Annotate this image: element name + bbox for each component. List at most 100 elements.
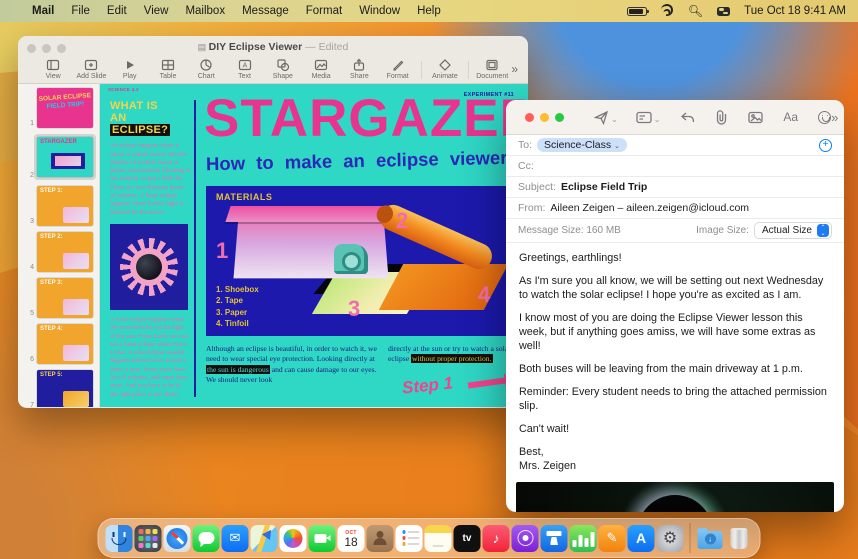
body-paragraph: I know most of you are doing the Eclipse…	[519, 312, 816, 353]
slide-thumbnail-2-selected[interactable]: 2 STARGAZER	[24, 134, 99, 180]
dock-tv-icon[interactable]: tv	[453, 524, 481, 552]
format-aa-icon[interactable]: Aa	[783, 106, 798, 128]
toolbar-view-button[interactable]: View	[34, 58, 72, 80]
menu-format[interactable]: Format	[306, 5, 342, 17]
slide-subtitle: How to make an eclipse viewer!	[205, 146, 514, 175]
menu-file[interactable]: File	[71, 5, 90, 17]
header-fields-chevron-icon[interactable]: ⌄	[654, 115, 661, 124]
dock-photos-icon[interactable]	[279, 524, 307, 552]
toolbar-media-button[interactable]: Media	[302, 58, 340, 80]
toolbar-share-button[interactable]: Share	[340, 58, 378, 80]
menu-help[interactable]: Help	[417, 5, 441, 17]
keynote-titlebar[interactable]: ▤ DIY Eclipse Viewer — Edited View Add S…	[18, 36, 528, 84]
header-fields-icon[interactable]	[636, 106, 652, 128]
menu-window[interactable]: Window	[359, 5, 400, 17]
slide-thumbnail-3[interactable]: 3 STEP 1:	[24, 186, 99, 226]
attach-paperclip-icon[interactable]	[715, 106, 728, 128]
dock-messages-icon[interactable]	[192, 524, 220, 552]
minimize-button[interactable]	[540, 112, 549, 122]
dock-separator	[689, 523, 691, 553]
add-recipient-button[interactable]: +	[819, 138, 832, 152]
caution-text: Although an eclipse is beautiful, in ord…	[206, 344, 511, 385]
slide-canvas[interactable]: SCIENCE 4.2 EXPERIMENT #11 WHAT IS AN ECL…	[100, 84, 528, 407]
toolbar-text-button[interactable]: A Text	[225, 58, 263, 80]
highlight-sun-dangerous: the sun is dangerous	[206, 364, 270, 374]
menu-view[interactable]: View	[144, 5, 169, 17]
to-recipient-token[interactable]: Science-Class ⌄	[537, 138, 627, 152]
cc-label: Cc:	[518, 160, 534, 172]
stepper-chevrons-icon[interactable]: ⌃ ⌄	[817, 224, 829, 237]
zoom-button[interactable]	[555, 112, 564, 122]
toolbar-format-button[interactable]: Format	[379, 58, 417, 80]
toolbar-shape-button[interactable]: Shape	[264, 58, 302, 80]
from-value[interactable]: Aileen Zeigen – aileen.zeigen@icloud.com	[550, 202, 749, 214]
dock-appstore-icon[interactable]: A	[627, 524, 655, 552]
toolbar-separator	[420, 61, 422, 79]
dock-numbers-icon[interactable]	[569, 524, 597, 552]
dock-reminders-icon[interactable]	[395, 524, 423, 552]
photo-browser-icon[interactable]	[748, 106, 764, 128]
toolbar-table-button[interactable]: Table	[149, 58, 187, 80]
toolbar-chart-button[interactable]: Chart	[187, 58, 225, 80]
menu-mailbox[interactable]: Mailbox	[185, 5, 225, 17]
menu-clock[interactable]: Tue Oct 18 9:41 AM	[744, 5, 846, 17]
control-center-icon[interactable]	[717, 6, 731, 16]
dock-keynote-icon[interactable]	[540, 524, 568, 552]
dock-facetime-icon[interactable]	[308, 524, 336, 552]
send-options-chevron-icon[interactable]: ⌄	[611, 115, 618, 124]
tinfoil-roll-illustration	[375, 200, 497, 274]
slide-thumbnail-6[interactable]: 6 STEP 4:	[24, 324, 99, 364]
dock-maps-icon[interactable]	[250, 524, 278, 552]
spotlight-search-icon[interactable]: 🔍︎	[688, 4, 703, 18]
dock-podcasts-icon[interactable]	[511, 524, 539, 552]
body-paragraph: Can't wait!	[519, 423, 570, 436]
mail-toolbar-overflow-icon[interactable]: »	[831, 110, 838, 125]
eclipse-photo-attachment[interactable]	[516, 482, 834, 512]
mail-compose-window: ⌄ ⌄ Aa » To: Science-Class ⌄ + Cc: Subje…	[506, 100, 844, 512]
slide-thumbnail-5[interactable]: 5 STEP 3:	[24, 278, 99, 318]
close-button[interactable]	[525, 112, 534, 122]
menu-message[interactable]: Message	[242, 5, 289, 17]
dock-system-settings-icon[interactable]: ⚙	[656, 524, 684, 552]
toolbar-document-button[interactable]: Document	[473, 58, 511, 80]
dock-finder-icon[interactable]	[105, 524, 133, 552]
menu-edit[interactable]: Edit	[107, 5, 127, 17]
toolbar-add-slide-button[interactable]: Add Slide	[72, 58, 110, 80]
message-size-text: Message Size: 160 MB	[518, 225, 621, 236]
dock-calendar-icon[interactable]: OCT 18	[337, 524, 365, 552]
sun-illustration	[110, 223, 188, 310]
reply-icon[interactable]	[680, 106, 695, 128]
mail-toolbar[interactable]: ⌄ ⌄ Aa »	[506, 100, 844, 135]
emoji-icon[interactable]	[818, 106, 832, 128]
battery-icon[interactable]	[626, 6, 649, 16]
to-field-row[interactable]: To: Science-Class ⌄ +	[506, 135, 844, 156]
dock-launchpad-icon[interactable]	[134, 524, 162, 552]
cc-field-row[interactable]: Cc:	[506, 156, 844, 177]
slide-thumbnail-7[interactable]: 7 STEP 5:	[24, 370, 99, 407]
dock-trash-icon[interactable]	[726, 525, 753, 552]
toolbar-play-button[interactable]: Play	[111, 58, 149, 80]
send-icon[interactable]	[594, 106, 609, 128]
dock-music-icon[interactable]: ♪	[482, 524, 510, 552]
dock-notes-icon[interactable]	[424, 524, 452, 552]
subject-value[interactable]: Eclipse Field Trip	[561, 181, 647, 193]
message-body[interactable]: Greetings, earthlings! As I'm sure you a…	[506, 243, 844, 473]
dock-downloads-folder-icon[interactable]	[697, 525, 724, 552]
token-chevron-icon[interactable]: ⌄	[614, 143, 620, 150]
materials-heading: MATERIALS	[216, 192, 273, 202]
wifi-icon[interactable]	[661, 4, 674, 16]
toolbar-overflow-icon[interactable]: »	[511, 58, 518, 76]
from-field-row[interactable]: From: Aileen Zeigen – aileen.zeigen@iclo…	[506, 198, 844, 219]
slide-thumbnail-4[interactable]: 4 STEP 2:	[24, 232, 99, 272]
dock-safari-icon[interactable]	[163, 524, 191, 552]
menu-app-name[interactable]: Mail	[32, 5, 54, 17]
image-size-select[interactable]: Actual Size ⌃ ⌄	[753, 222, 832, 239]
body-paragraph: Reminder: Every student needs to bring t…	[519, 386, 827, 413]
toolbar-animate-button[interactable]: Animate	[426, 58, 464, 80]
dock-contacts-icon[interactable]	[366, 524, 394, 552]
slide-thumbnail-1[interactable]: 1 SOLAR ECLIPSE FIELD TRIP!	[24, 88, 99, 128]
subject-field-row[interactable]: Subject: Eclipse Field Trip	[506, 177, 844, 198]
sidebar-heading: WHAT IS AN ECLIPSE?	[110, 100, 171, 137]
dock-pages-icon[interactable]: ✎	[598, 524, 626, 552]
dock-mail-icon[interactable]: ✉	[221, 524, 249, 552]
